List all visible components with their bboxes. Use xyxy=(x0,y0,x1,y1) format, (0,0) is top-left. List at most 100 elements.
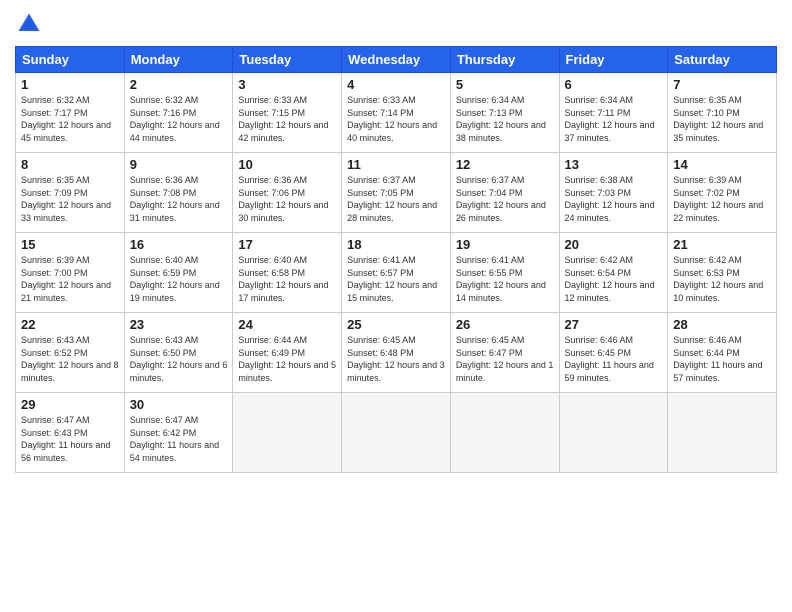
calendar-cell: 18 Sunrise: 6:41 AMSunset: 6:57 PMDaylig… xyxy=(342,233,451,313)
day-number: 11 xyxy=(347,157,445,172)
calendar-cell: 25 Sunrise: 6:45 AMSunset: 6:48 PMDaylig… xyxy=(342,313,451,393)
day-number: 12 xyxy=(456,157,554,172)
cell-details: Sunrise: 6:34 AMSunset: 7:13 PMDaylight:… xyxy=(456,95,546,143)
calendar-cell: 26 Sunrise: 6:45 AMSunset: 6:47 PMDaylig… xyxy=(450,313,559,393)
cell-details: Sunrise: 6:35 AMSunset: 7:09 PMDaylight:… xyxy=(21,175,111,223)
calendar-cell: 13 Sunrise: 6:38 AMSunset: 7:03 PMDaylig… xyxy=(559,153,668,233)
calendar-week-4: 22 Sunrise: 6:43 AMSunset: 6:52 PMDaylig… xyxy=(16,313,777,393)
cell-details: Sunrise: 6:39 AMSunset: 7:00 PMDaylight:… xyxy=(21,255,111,303)
calendar-cell: 11 Sunrise: 6:37 AMSunset: 7:05 PMDaylig… xyxy=(342,153,451,233)
day-number: 4 xyxy=(347,77,445,92)
calendar-cell: 6 Sunrise: 6:34 AMSunset: 7:11 PMDayligh… xyxy=(559,73,668,153)
calendar-cell: 20 Sunrise: 6:42 AMSunset: 6:54 PMDaylig… xyxy=(559,233,668,313)
cell-details: Sunrise: 6:42 AMSunset: 6:53 PMDaylight:… xyxy=(673,255,763,303)
calendar-cell: 3 Sunrise: 6:33 AMSunset: 7:15 PMDayligh… xyxy=(233,73,342,153)
day-number: 14 xyxy=(673,157,771,172)
cell-details: Sunrise: 6:32 AMSunset: 7:16 PMDaylight:… xyxy=(130,95,220,143)
day-number: 28 xyxy=(673,317,771,332)
calendar-cell xyxy=(450,393,559,473)
day-number: 6 xyxy=(565,77,663,92)
calendar-cell: 7 Sunrise: 6:35 AMSunset: 7:10 PMDayligh… xyxy=(668,73,777,153)
cell-details: Sunrise: 6:43 AMSunset: 6:52 PMDaylight:… xyxy=(21,335,119,383)
cell-details: Sunrise: 6:32 AMSunset: 7:17 PMDaylight:… xyxy=(21,95,111,143)
cell-details: Sunrise: 6:47 AMSunset: 6:43 PMDaylight:… xyxy=(21,415,110,463)
calendar-cell: 5 Sunrise: 6:34 AMSunset: 7:13 PMDayligh… xyxy=(450,73,559,153)
calendar-header-row: SundayMondayTuesdayWednesdayThursdayFrid… xyxy=(16,47,777,73)
cell-details: Sunrise: 6:42 AMSunset: 6:54 PMDaylight:… xyxy=(565,255,655,303)
cell-details: Sunrise: 6:43 AMSunset: 6:50 PMDaylight:… xyxy=(130,335,228,383)
logo xyxy=(15,10,47,38)
day-number: 8 xyxy=(21,157,119,172)
calendar-cell: 24 Sunrise: 6:44 AMSunset: 6:49 PMDaylig… xyxy=(233,313,342,393)
day-number: 26 xyxy=(456,317,554,332)
day-header-thursday: Thursday xyxy=(450,47,559,73)
calendar-cell: 17 Sunrise: 6:40 AMSunset: 6:58 PMDaylig… xyxy=(233,233,342,313)
calendar-cell: 9 Sunrise: 6:36 AMSunset: 7:08 PMDayligh… xyxy=(124,153,233,233)
cell-details: Sunrise: 6:44 AMSunset: 6:49 PMDaylight:… xyxy=(238,335,336,383)
cell-details: Sunrise: 6:41 AMSunset: 6:57 PMDaylight:… xyxy=(347,255,437,303)
day-number: 20 xyxy=(565,237,663,252)
day-number: 21 xyxy=(673,237,771,252)
calendar-cell: 8 Sunrise: 6:35 AMSunset: 7:09 PMDayligh… xyxy=(16,153,125,233)
day-header-saturday: Saturday xyxy=(668,47,777,73)
cell-details: Sunrise: 6:34 AMSunset: 7:11 PMDaylight:… xyxy=(565,95,655,143)
calendar-week-2: 8 Sunrise: 6:35 AMSunset: 7:09 PMDayligh… xyxy=(16,153,777,233)
day-number: 13 xyxy=(565,157,663,172)
day-number: 5 xyxy=(456,77,554,92)
calendar-week-5: 29 Sunrise: 6:47 AMSunset: 6:43 PMDaylig… xyxy=(16,393,777,473)
cell-details: Sunrise: 6:33 AMSunset: 7:15 PMDaylight:… xyxy=(238,95,328,143)
day-number: 2 xyxy=(130,77,228,92)
day-number: 9 xyxy=(130,157,228,172)
calendar-cell: 10 Sunrise: 6:36 AMSunset: 7:06 PMDaylig… xyxy=(233,153,342,233)
calendar-cell xyxy=(233,393,342,473)
day-number: 27 xyxy=(565,317,663,332)
calendar-cell: 12 Sunrise: 6:37 AMSunset: 7:04 PMDaylig… xyxy=(450,153,559,233)
logo-icon xyxy=(15,10,43,38)
calendar-cell xyxy=(668,393,777,473)
cell-details: Sunrise: 6:33 AMSunset: 7:14 PMDaylight:… xyxy=(347,95,437,143)
day-number: 16 xyxy=(130,237,228,252)
day-number: 24 xyxy=(238,317,336,332)
day-header-monday: Monday xyxy=(124,47,233,73)
header xyxy=(15,10,777,38)
calendar-cell xyxy=(342,393,451,473)
day-number: 15 xyxy=(21,237,119,252)
day-number: 17 xyxy=(238,237,336,252)
cell-details: Sunrise: 6:39 AMSunset: 7:02 PMDaylight:… xyxy=(673,175,763,223)
cell-details: Sunrise: 6:46 AMSunset: 6:44 PMDaylight:… xyxy=(673,335,762,383)
calendar-cell: 27 Sunrise: 6:46 AMSunset: 6:45 PMDaylig… xyxy=(559,313,668,393)
day-number: 7 xyxy=(673,77,771,92)
calendar-cell: 28 Sunrise: 6:46 AMSunset: 6:44 PMDaylig… xyxy=(668,313,777,393)
cell-details: Sunrise: 6:38 AMSunset: 7:03 PMDaylight:… xyxy=(565,175,655,223)
day-header-sunday: Sunday xyxy=(16,47,125,73)
calendar-cell: 19 Sunrise: 6:41 AMSunset: 6:55 PMDaylig… xyxy=(450,233,559,313)
page: SundayMondayTuesdayWednesdayThursdayFrid… xyxy=(0,0,792,612)
cell-details: Sunrise: 6:46 AMSunset: 6:45 PMDaylight:… xyxy=(565,335,654,383)
calendar-cell: 29 Sunrise: 6:47 AMSunset: 6:43 PMDaylig… xyxy=(16,393,125,473)
cell-details: Sunrise: 6:45 AMSunset: 6:47 PMDaylight:… xyxy=(456,335,554,383)
day-header-tuesday: Tuesday xyxy=(233,47,342,73)
day-number: 10 xyxy=(238,157,336,172)
cell-details: Sunrise: 6:37 AMSunset: 7:05 PMDaylight:… xyxy=(347,175,437,223)
calendar-cell xyxy=(559,393,668,473)
day-number: 1 xyxy=(21,77,119,92)
calendar-cell: 1 Sunrise: 6:32 AMSunset: 7:17 PMDayligh… xyxy=(16,73,125,153)
calendar-cell: 15 Sunrise: 6:39 AMSunset: 7:00 PMDaylig… xyxy=(16,233,125,313)
cell-details: Sunrise: 6:35 AMSunset: 7:10 PMDaylight:… xyxy=(673,95,763,143)
cell-details: Sunrise: 6:37 AMSunset: 7:04 PMDaylight:… xyxy=(456,175,546,223)
calendar-week-3: 15 Sunrise: 6:39 AMSunset: 7:00 PMDaylig… xyxy=(16,233,777,313)
cell-details: Sunrise: 6:45 AMSunset: 6:48 PMDaylight:… xyxy=(347,335,445,383)
cell-details: Sunrise: 6:36 AMSunset: 7:06 PMDaylight:… xyxy=(238,175,328,223)
day-number: 23 xyxy=(130,317,228,332)
day-number: 19 xyxy=(456,237,554,252)
day-header-friday: Friday xyxy=(559,47,668,73)
day-header-wednesday: Wednesday xyxy=(342,47,451,73)
calendar-week-1: 1 Sunrise: 6:32 AMSunset: 7:17 PMDayligh… xyxy=(16,73,777,153)
calendar-cell: 22 Sunrise: 6:43 AMSunset: 6:52 PMDaylig… xyxy=(16,313,125,393)
day-number: 18 xyxy=(347,237,445,252)
cell-details: Sunrise: 6:47 AMSunset: 6:42 PMDaylight:… xyxy=(130,415,219,463)
day-number: 25 xyxy=(347,317,445,332)
calendar-cell: 30 Sunrise: 6:47 AMSunset: 6:42 PMDaylig… xyxy=(124,393,233,473)
calendar-cell: 14 Sunrise: 6:39 AMSunset: 7:02 PMDaylig… xyxy=(668,153,777,233)
calendar-cell: 16 Sunrise: 6:40 AMSunset: 6:59 PMDaylig… xyxy=(124,233,233,313)
